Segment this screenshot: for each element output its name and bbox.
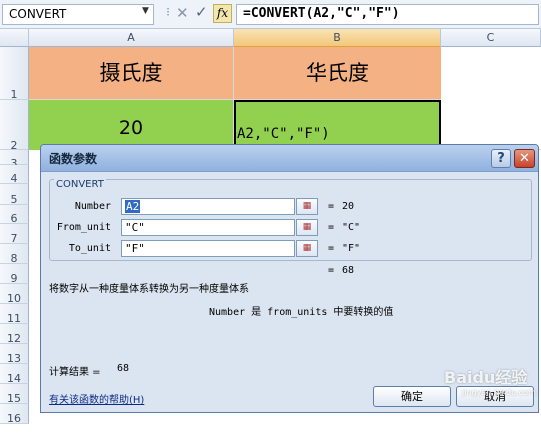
cell-c1[interactable] [441, 47, 541, 150]
arg-label-to-unit: To_unit [68, 243, 111, 254]
column-header-a[interactable]: A [29, 29, 234, 47]
column-header-b[interactable]: B [234, 29, 441, 47]
collapse-dialog-icon[interactable]: ▦ [296, 198, 318, 215]
row-header[interactable]: 1 [0, 47, 29, 101]
ok-button[interactable]: 确定 [373, 386, 451, 407]
cell-b1[interactable]: 华氏度 [234, 47, 441, 100]
cancel-formula-icon[interactable]: ✕ [176, 4, 189, 22]
function-name: CONVERT [54, 179, 106, 190]
row-header[interactable]: 5 [0, 184, 29, 206]
help-button[interactable]: ? [491, 149, 511, 168]
to-unit-input[interactable]: "F" [121, 240, 295, 257]
argument-description: Number 是 from_units 中要转换的值 [209, 307, 394, 318]
arg-label-from-unit: From_unit [56, 222, 111, 233]
chevron-down-icon[interactable]: ▼ [142, 6, 149, 16]
row-header[interactable]: 10 [0, 284, 29, 305]
row-header[interactable]: 4 [0, 165, 29, 185]
row-header[interactable]: 12 [0, 324, 29, 345]
insert-function-icon[interactable]: fx [213, 4, 232, 23]
row-header[interactable]: 9 [0, 264, 29, 285]
arg-label-number: Number [74, 201, 111, 212]
arg-equals: = [328, 222, 335, 233]
number-input-value: A2 [125, 200, 141, 213]
dialog-title: 函数参数 [49, 152, 98, 166]
row-header[interactable]: 15 [0, 384, 29, 405]
function-description: 将数字从一种度量体系转换为另一种度量体系 [49, 284, 249, 295]
baidu-watermark: Baidu经验 [444, 368, 528, 387]
cell-b2-active[interactable]: A2,"C","F") [234, 100, 441, 150]
row-header[interactable]: 14 [0, 364, 29, 385]
calc-result-label: 计算结果 = [49, 367, 101, 378]
number-input[interactable]: A2 [121, 198, 295, 215]
arg-value-from-unit: "C" [342, 222, 361, 233]
column-header-c[interactable]: C [441, 29, 541, 47]
dialog-titlebar[interactable]: 函数参数 ? ✕ [41, 145, 538, 172]
grip-icon: ⁝ [166, 5, 170, 19]
enter-formula-icon[interactable]: ✓ [195, 3, 208, 21]
function-help-link[interactable]: 有关该函数的帮助(H) [49, 391, 144, 406]
formula-input[interactable]: =CONVERT(A2,"C","F") [236, 4, 539, 25]
row-header[interactable]: 8 [0, 244, 29, 265]
row-header[interactable]: 6 [0, 205, 29, 225]
name-box[interactable]: CONVERT [2, 4, 154, 25]
formula-result-value: 68 [342, 265, 355, 276]
row-header[interactable]: 13 [0, 344, 29, 365]
cell-a1[interactable]: 摄氏度 [29, 47, 234, 100]
baidu-watermark-url: jingyan.baidu.com [462, 388, 536, 397]
row-header[interactable]: 7 [0, 224, 29, 245]
collapse-dialog-icon[interactable]: ▦ [296, 240, 318, 257]
close-button[interactable]: ✕ [514, 149, 535, 168]
row-header[interactable]: 11 [0, 304, 29, 325]
formula-bar: CONVERT ▼ ⁝ ✕ ✓ fx =CONVERT(A2,"C","F") [0, 0, 541, 29]
collapse-dialog-icon[interactable]: ▦ [296, 219, 318, 236]
arg-value-to-unit: "F" [342, 243, 361, 254]
arg-equals: = [328, 243, 335, 254]
row-header[interactable]: 3 [0, 150, 29, 170]
arg-equals: = [328, 201, 335, 212]
arg-value-number: 20 [342, 201, 355, 212]
select-all-corner[interactable] [0, 29, 29, 47]
row-header[interactable]: 16 [0, 404, 29, 425]
row-header[interactable]: 2 [0, 100, 29, 152]
cell-a2[interactable]: 20 [29, 100, 234, 150]
from-unit-input[interactable]: "C" [121, 219, 295, 236]
result-equals: = [328, 265, 335, 276]
calc-result-value: 68 [117, 363, 130, 374]
